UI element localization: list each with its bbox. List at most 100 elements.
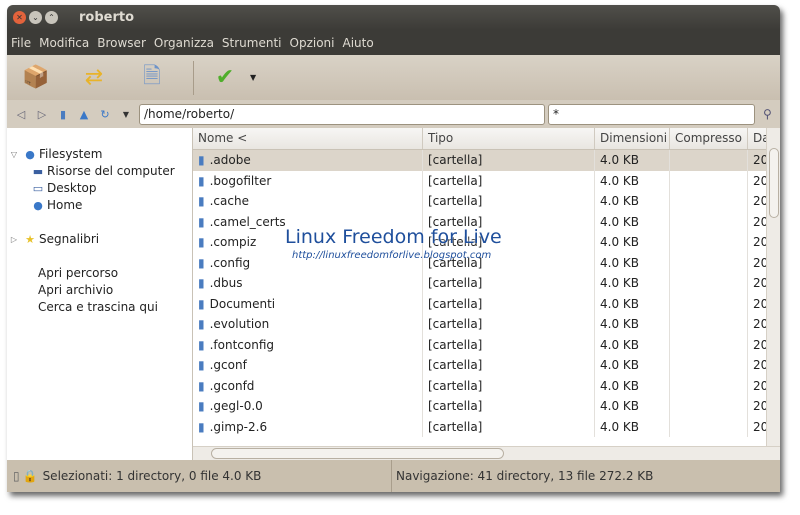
file-name: .dbus xyxy=(209,276,243,291)
cell-size: 4.0 KB xyxy=(595,334,670,355)
folder-icon: ▮ xyxy=(198,153,205,168)
cell-type: [cartella] xyxy=(423,355,595,376)
cell-name: ▮ .gegl-0.0 xyxy=(193,396,423,417)
sidebar-item-home[interactable]: ● Home xyxy=(7,197,192,214)
table-row[interactable]: ▮ .gconfd [cartella] 4.0 KB 20 xyxy=(193,375,780,396)
table-row[interactable]: ▮ .gconf [cartella] 4.0 KB 20 xyxy=(193,355,780,376)
cell-name: ▮ .dbus xyxy=(193,273,423,294)
menu-modifica[interactable]: Modifica xyxy=(39,36,89,50)
table-row[interactable]: ▮ .adobe [cartella] 4.0 KB 20 xyxy=(193,150,780,171)
file-name: .fontconfig xyxy=(209,337,275,352)
cell-type: [cartella] xyxy=(423,191,595,212)
maximize-button[interactable]: ⌃ xyxy=(45,11,58,24)
menu-opzioni[interactable]: Opzioni xyxy=(290,36,335,50)
file-name: .gegl-0.0 xyxy=(209,399,263,414)
up-icon[interactable]: ▲ xyxy=(76,108,92,121)
file-name: .gconfd xyxy=(209,378,255,393)
folder-icon: ▮ xyxy=(198,419,205,434)
sidebar-label: Home xyxy=(47,198,83,212)
file-name: Documenti xyxy=(209,296,276,311)
title-bar: ✕ ⌄ ⌃ roberto xyxy=(7,5,780,30)
cell-type: [cartella] xyxy=(423,211,595,232)
cell-size: 4.0 KB xyxy=(595,211,670,232)
folder-icon: ▮ xyxy=(198,194,205,209)
menu-strumenti[interactable]: Strumenti xyxy=(222,36,282,50)
cell-size: 4.0 KB xyxy=(595,314,670,335)
extract-button[interactable]: 📦 xyxy=(19,61,53,95)
history-dropdown-icon[interactable]: ▼ xyxy=(118,110,134,119)
sidebar-item-desktop[interactable]: ▭ Desktop xyxy=(7,180,192,197)
file-list: Nome < Tipo Dimensioni Compresso Da ▮ .ad… xyxy=(193,128,780,460)
cell-compressed xyxy=(670,191,748,212)
action-search-drag[interactable]: Cerca e trascina qui xyxy=(38,299,192,316)
column-compressed[interactable]: Compresso xyxy=(670,128,748,149)
sidebar-label: Segnalibri xyxy=(39,232,100,246)
vertical-scrollbar[interactable] xyxy=(766,128,780,446)
lock-icon: 🔒 xyxy=(22,469,38,483)
reload-icon[interactable]: ↻ xyxy=(97,108,113,121)
home-icon[interactable]: ▮ xyxy=(55,108,71,121)
cell-size: 4.0 KB xyxy=(595,150,670,171)
cell-size: 4.0 KB xyxy=(595,191,670,212)
table-row[interactable]: ▮ .gimp-2.6 [cartella] 4.0 KB 20 xyxy=(193,416,780,437)
table-row[interactable]: ▮ .bogofilter [cartella] 4.0 KB 20 xyxy=(193,170,780,191)
menu-aiuto[interactable]: Aiuto xyxy=(342,36,373,50)
status-bar: ▯ 🔒 Selezionati: 1 directory, 0 file 4.0 K… xyxy=(7,460,780,492)
path-input[interactable]: /home/roberto/ xyxy=(139,103,545,125)
folder-icon: ▮ xyxy=(198,358,205,373)
folder-icon: ▮ xyxy=(198,296,205,311)
cell-compressed xyxy=(670,273,748,294)
file-name: .gconf xyxy=(209,358,247,373)
minimize-button[interactable]: ⌄ xyxy=(29,11,42,24)
cell-compressed xyxy=(670,355,748,376)
table-row[interactable]: ▮ .fontconfig [cartella] 4.0 KB 20 xyxy=(193,334,780,355)
file-name: .compiz xyxy=(209,235,257,250)
convert-button[interactable]: ⇄ xyxy=(77,61,111,95)
table-row[interactable]: ▮ .cache [cartella] 4.0 KB 20 xyxy=(193,191,780,212)
table-row[interactable]: ▮ .gegl-0.0 [cartella] 4.0 KB 20 xyxy=(193,396,780,417)
column-size[interactable]: Dimensioni xyxy=(595,128,670,149)
folder-icon: ▮ xyxy=(198,214,205,229)
table-row[interactable]: ▮ .dbus [cartella] 4.0 KB 20 xyxy=(193,273,780,294)
search-icon[interactable]: ⚲ xyxy=(763,107,772,121)
folder-icon: ▮ xyxy=(198,235,205,250)
star-icon: ★ xyxy=(25,233,35,246)
folder-icon: ▮ xyxy=(198,399,205,414)
cell-compressed xyxy=(670,314,748,335)
sidebar-item-computer[interactable]: ▬ Risorse del computer xyxy=(7,163,192,180)
filter-input[interactable]: * xyxy=(548,103,755,125)
cell-size: 4.0 KB xyxy=(595,416,670,437)
menu-bar: File Modifica Browser Organizza Strumenti Opz… xyxy=(7,30,780,55)
sidebar-bookmarks[interactable]: ▷ ★ Segnalibri xyxy=(7,231,192,248)
horizontal-scroll-thumb[interactable] xyxy=(211,448,504,459)
cell-size: 4.0 KB xyxy=(595,273,670,294)
menu-organizza[interactable]: Organizza xyxy=(154,36,214,50)
forward-icon[interactable]: ▷ xyxy=(34,108,50,121)
sidebar-filesystem[interactable]: ▽ ● Filesystem xyxy=(7,146,192,163)
column-type[interactable]: Tipo xyxy=(423,128,595,149)
cell-compressed xyxy=(670,375,748,396)
menu-browser[interactable]: Browser xyxy=(97,36,146,50)
folder-icon: ▮ xyxy=(198,255,205,270)
action-open-path[interactable]: Apri percorso xyxy=(38,265,192,282)
toolbar-separator xyxy=(193,60,194,95)
sidebar-label: Filesystem xyxy=(39,147,103,161)
cell-size: 4.0 KB xyxy=(595,355,670,376)
cell-name: ▮ .gconfd xyxy=(193,375,423,396)
menu-file[interactable]: File xyxy=(11,36,31,50)
file-name: .bogofilter xyxy=(209,173,272,188)
close-button[interactable]: ✕ xyxy=(13,11,26,24)
horizontal-scrollbar[interactable] xyxy=(193,446,780,460)
file-name: .gimp-2.6 xyxy=(209,419,268,434)
test-dropdown-icon[interactable]: ▼ xyxy=(250,73,256,82)
table-row[interactable]: ▮ Documenti [cartella] 4.0 KB 20 xyxy=(193,293,780,314)
table-row[interactable]: ▮ .camel_certs [cartella] 4.0 KB 20 xyxy=(193,211,780,232)
test-button[interactable]: ✔ xyxy=(208,61,242,95)
column-name[interactable]: Nome < xyxy=(193,128,423,149)
table-row[interactable]: ▮ .evolution [cartella] 4.0 KB 20 xyxy=(193,314,780,335)
action-open-archive[interactable]: Apri archivio xyxy=(38,282,192,299)
back-icon[interactable]: ◁ xyxy=(13,108,29,121)
vertical-scroll-thumb[interactable] xyxy=(769,148,779,218)
open-button[interactable]: 🗎 xyxy=(135,61,169,95)
cell-type: [cartella] xyxy=(423,314,595,335)
